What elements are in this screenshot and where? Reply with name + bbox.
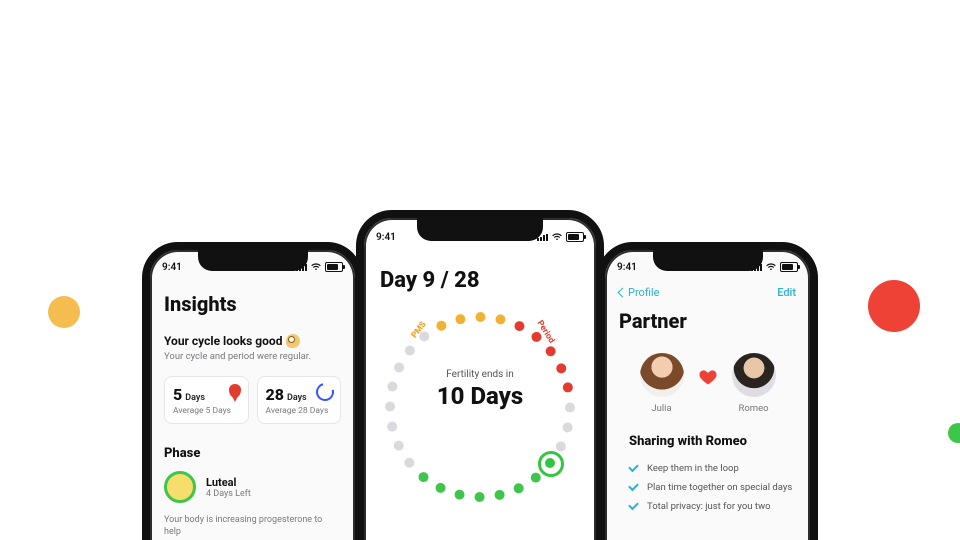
status-time: 9:41 — [162, 262, 182, 273]
cycle-current-day-cursor[interactable] — [538, 451, 564, 477]
insights-subline: Your cycle and period were regular. — [164, 351, 341, 362]
cycle-day-dot[interactable] — [387, 422, 397, 432]
wifi-icon — [311, 263, 321, 271]
cycle-center-label: Fertility ends in — [380, 369, 580, 380]
phone-cycle: 9:41 Day 9 / 28 PMS Period Fertility end… — [356, 210, 604, 540]
cycle-day-dot[interactable] — [475, 312, 485, 322]
cycle-day-dot[interactable] — [405, 346, 415, 356]
heart-icon — [698, 367, 718, 387]
phone-notch — [198, 249, 308, 271]
decor-yellow-dot — [48, 296, 80, 328]
partners-row: Julia Romeo — [619, 353, 796, 414]
cycle-day-dot[interactable] — [387, 382, 397, 392]
cycle-day-dot[interactable] — [563, 382, 573, 392]
cycle-day-dot[interactable] — [436, 321, 446, 331]
avatar-romeo — [732, 353, 776, 397]
edit-button[interactable]: Edit — [777, 286, 796, 299]
insights-stats-row: 5Days Average 5 Days 28Days Average 28 D… — [164, 376, 341, 424]
partner-nav-row: Profile Edit — [619, 286, 796, 299]
status-time: 9:41 — [376, 232, 396, 243]
cycle-day-dot[interactable] — [475, 492, 485, 502]
period-value: 5 — [173, 385, 182, 404]
period-unit: Days — [185, 393, 205, 403]
wifi-icon — [552, 233, 562, 241]
cycle-day-dot[interactable] — [394, 363, 404, 373]
phase-dot-icon — [164, 471, 196, 503]
status-icons — [537, 232, 584, 242]
sharing-title: Sharing with Romeo — [629, 434, 796, 449]
phone-partner: 9:41 Profile Edit Partner Julia Romeo — [597, 242, 818, 540]
cycle-day-dot[interactable] — [455, 314, 465, 324]
phone-notch — [417, 217, 543, 241]
cycle-value: 28 — [266, 385, 284, 404]
cycle-day-dot[interactable] — [404, 458, 414, 468]
sharing-item: Plan time together on special days — [629, 478, 796, 497]
battery-icon — [566, 232, 584, 242]
ok-hand-icon — [286, 334, 300, 348]
partner-title: Partner — [619, 309, 796, 333]
blood-drop-icon — [229, 384, 241, 398]
cycle-day-dot[interactable] — [419, 472, 429, 482]
avatar-name-a: Julia — [640, 403, 684, 414]
avatar-julia — [640, 353, 684, 397]
cycle-day-dot[interactable] — [394, 441, 404, 451]
phone-insights: 9:41 Insights Your cycle looks good Your… — [142, 242, 363, 540]
phase-section-title: Phase — [164, 446, 341, 461]
back-button[interactable]: Profile — [619, 286, 659, 299]
avatar-name-b: Romeo — [732, 403, 776, 414]
cycle-day-dot[interactable] — [385, 402, 395, 412]
battery-icon — [780, 262, 798, 272]
cycle-day-dot[interactable] — [495, 490, 505, 500]
cycle-unit: Days — [287, 393, 307, 403]
battery-icon — [325, 262, 343, 272]
period-average: Average 5 Days — [173, 406, 240, 416]
cycle-day-dot[interactable] — [563, 422, 573, 432]
avatar-col-b[interactable]: Romeo — [732, 353, 776, 414]
cycle-day-dot[interactable] — [565, 402, 575, 412]
phase-description: Your body is increasing progesterone to … — [164, 515, 341, 538]
sharing-list: Keep them in the loop Plan time together… — [619, 459, 796, 516]
decor-red-dot — [868, 280, 920, 332]
insights-title: Insights — [164, 292, 341, 316]
period-stat-card[interactable]: 5Days Average 5 Days — [164, 376, 249, 424]
cycle-day-dot[interactable] — [531, 473, 541, 483]
decor-green-dot — [948, 423, 960, 443]
cycle-day-dot[interactable] — [419, 331, 429, 341]
sharing-item: Total privacy: just for you two — [629, 497, 796, 516]
insights-headline: Your cycle looks good — [164, 334, 282, 348]
cycle-day-dot[interactable] — [495, 314, 505, 324]
cycle-ring-center: Fertility ends in 10 Days — [380, 369, 580, 410]
cycle-day-dot[interactable] — [514, 483, 524, 493]
avatar-col-a[interactable]: Julia — [640, 353, 684, 414]
cycle-day-title: Day 9 / 28 — [380, 268, 580, 293]
cycle-day-dot[interactable] — [514, 321, 524, 331]
cycle-day-dot[interactable] — [556, 363, 566, 373]
phase-days-left: 4 Days Left — [206, 489, 251, 499]
back-label: Profile — [628, 286, 659, 299]
cycle-ring[interactable]: PMS Period Fertility ends in 10 Days — [380, 307, 580, 507]
cycle-day-dot[interactable] — [546, 346, 556, 356]
cycle-day-dot[interactable] — [455, 490, 465, 500]
cycle-average: Average 28 Days — [266, 406, 333, 416]
cycle-day-dot[interactable] — [436, 483, 446, 493]
phase-name: Luteal — [206, 476, 251, 489]
chevron-left-icon — [618, 288, 628, 298]
cycle-day-dot[interactable] — [556, 441, 566, 451]
cycle-spinner-icon — [313, 380, 338, 405]
phone-notch — [653, 249, 763, 271]
wifi-icon — [766, 263, 776, 271]
status-time: 9:41 — [617, 262, 637, 273]
cycle-stat-card[interactable]: 28Days Average 28 Days — [257, 376, 342, 424]
cycle-day-dot[interactable] — [531, 332, 541, 342]
cycle-center-value: 10 Days — [380, 382, 580, 410]
insights-headline-row: Your cycle looks good — [164, 334, 341, 348]
phase-row[interactable]: Luteal 4 Days Left — [164, 471, 341, 503]
sharing-item: Keep them in the loop — [629, 459, 796, 478]
